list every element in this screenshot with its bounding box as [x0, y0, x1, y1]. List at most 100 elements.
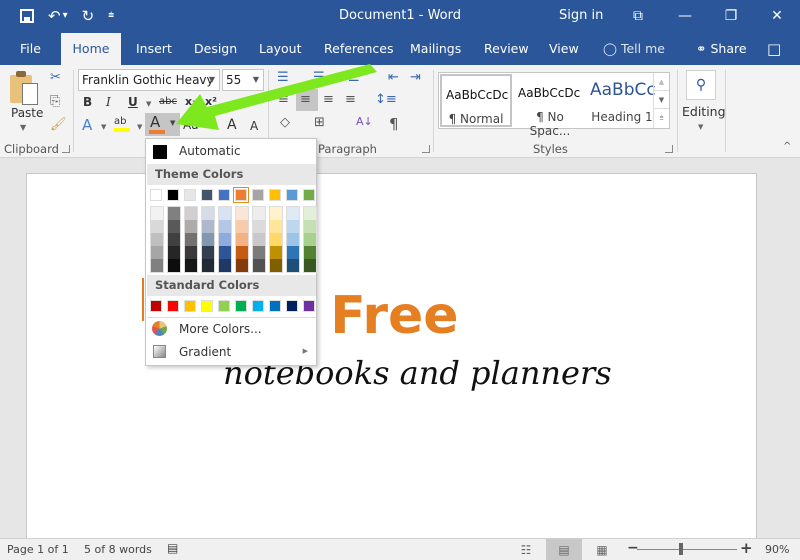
tell-me-search[interactable]: ◯ Tell me: [603, 33, 665, 65]
zoom-out-button[interactable]: −: [627, 540, 639, 556]
word-count[interactable]: 5 of 8 words: [84, 543, 152, 556]
vertical-scrollbar[interactable]: [791, 158, 800, 538]
theme-color-swatch[interactable]: [201, 189, 213, 201]
align-left-icon[interactable]: ≡: [278, 92, 289, 107]
undo-icon[interactable]: ↶: [48, 7, 61, 25]
paste-label[interactable]: Paste: [11, 106, 43, 120]
tab-mailings[interactable]: Mailings: [410, 33, 461, 65]
theme-shade-swatch[interactable]: [287, 246, 299, 259]
increase-indent-icon[interactable]: ⇥: [410, 70, 421, 85]
theme-shade-swatch[interactable]: [151, 246, 163, 259]
theme-shade-swatch[interactable]: [304, 259, 316, 272]
print-layout-icon[interactable]: ▤: [546, 539, 582, 560]
theme-shade-swatch[interactable]: [202, 220, 214, 233]
scroll-up-icon[interactable]: ▲: [654, 73, 669, 91]
font-color-dropdown-icon[interactable]: ▼: [170, 119, 175, 127]
theme-shade-swatch[interactable]: [253, 207, 265, 220]
comments-icon[interactable]: □: [767, 33, 781, 65]
strikethrough-button[interactable]: abc: [159, 96, 177, 107]
justify-icon[interactable]: ≡: [345, 92, 356, 107]
standard-color-swatch[interactable]: [167, 300, 179, 312]
web-layout-icon[interactable]: ▦: [584, 539, 620, 560]
cut-icon[interactable]: ✂: [50, 70, 61, 85]
theme-shade-swatch[interactable]: [219, 220, 231, 233]
chevron-down-icon[interactable]: ▼: [253, 70, 259, 90]
theme-shade-swatch[interactable]: [287, 259, 299, 272]
zoom-in-button[interactable]: +: [740, 539, 753, 557]
superscript-button[interactable]: x²: [205, 95, 217, 108]
borders-icon[interactable]: ⊞: [314, 115, 325, 130]
theme-shade-swatch[interactable]: [253, 220, 265, 233]
align-right-icon[interactable]: ≡: [323, 92, 334, 107]
theme-shade-swatch[interactable]: [202, 207, 214, 220]
theme-shade-swatch[interactable]: [253, 259, 265, 272]
theme-shade-swatch[interactable]: [304, 220, 316, 233]
theme-shade-swatch[interactable]: [270, 220, 282, 233]
standard-color-swatch[interactable]: [235, 300, 247, 312]
gallery-more-icon[interactable]: ⩧: [654, 109, 669, 127]
bold-button[interactable]: B: [83, 95, 92, 109]
text-effects-dropdown-icon[interactable]: ▼: [101, 123, 106, 131]
theme-shade-swatch[interactable]: [185, 220, 197, 233]
gradient-item[interactable]: Gradient ▶: [146, 341, 316, 363]
theme-shade-swatch[interactable]: [202, 246, 214, 259]
tab-insert[interactable]: Insert: [136, 33, 172, 65]
theme-shade-swatch[interactable]: [202, 259, 214, 272]
style-no-spacing[interactable]: AaBbCcDc ¶ No Spac...: [514, 74, 586, 138]
theme-shade-swatch[interactable]: [219, 259, 231, 272]
font-size-combobox[interactable]: 55 ▼: [222, 69, 264, 91]
standard-color-swatch[interactable]: [201, 300, 213, 312]
tab-review[interactable]: Review: [484, 33, 529, 65]
show-formatting-marks-icon[interactable]: ¶: [389, 115, 399, 133]
zoom-level[interactable]: 90%: [765, 543, 789, 556]
theme-shade-swatch[interactable]: [168, 220, 180, 233]
ribbon-display-options-icon[interactable]: ⧉: [623, 5, 653, 27]
format-painter-icon[interactable]: 🖌: [50, 117, 67, 132]
highlight-dropdown-icon[interactable]: ▼: [137, 123, 142, 131]
theme-shade-swatch[interactable]: [253, 233, 265, 246]
font-color-button[interactable]: A ▼: [145, 113, 180, 136]
tab-file[interactable]: File: [20, 33, 41, 65]
theme-color-swatch[interactable]: [269, 189, 281, 201]
text-effects-button[interactable]: A: [82, 116, 92, 134]
proofing-icon[interactable]: ▤: [167, 541, 178, 555]
highlight-button[interactable]: ab: [114, 116, 130, 132]
theme-shade-swatch[interactable]: [202, 233, 214, 246]
theme-shade-swatch[interactable]: [185, 233, 197, 246]
theme-shade-swatch[interactable]: [168, 207, 180, 220]
grow-font-button[interactable]: A: [227, 117, 237, 133]
theme-shade-swatch[interactable]: [236, 207, 248, 220]
standard-color-swatch[interactable]: [303, 300, 315, 312]
theme-shade-swatch[interactable]: [287, 220, 299, 233]
copy-icon[interactable]: ⎘: [50, 94, 60, 109]
change-case-button[interactable]: Aa: [183, 118, 199, 132]
standard-color-swatch[interactable]: [286, 300, 298, 312]
paste-button[interactable]: [10, 71, 40, 105]
clipboard-launcher-icon[interactable]: [62, 145, 70, 153]
tab-layout[interactable]: Layout: [259, 33, 302, 65]
theme-shade-swatch[interactable]: [287, 207, 299, 220]
line-spacing-icon[interactable]: ↕≡: [375, 92, 397, 107]
theme-shade-swatch[interactable]: [168, 246, 180, 259]
font-name-combobox[interactable]: Franklin Gothic Heavy ▼: [78, 69, 220, 91]
standard-color-swatch[interactable]: [252, 300, 264, 312]
tab-references[interactable]: References: [324, 33, 393, 65]
underline-button[interactable]: U: [128, 95, 138, 109]
redo-icon[interactable]: ↻: [82, 7, 95, 25]
style-heading-1[interactable]: AaBbCc Heading 1: [586, 74, 658, 127]
style-normal[interactable]: AaBbCcDc ¶ Normal: [440, 74, 512, 127]
theme-color-swatch[interactable]: [252, 189, 264, 201]
restore-icon[interactable]: ❐: [716, 5, 746, 27]
standard-color-swatch[interactable]: [150, 300, 162, 312]
theme-shade-swatch[interactable]: [185, 246, 197, 259]
theme-color-swatch[interactable]: [184, 189, 196, 201]
theme-shade-swatch[interactable]: [304, 207, 316, 220]
close-icon[interactable]: ✕: [762, 5, 792, 27]
gallery-scrollbar[interactable]: ▲ ▼ ⩧: [653, 73, 669, 128]
minimize-icon[interactable]: —: [670, 5, 700, 27]
multilevel-list-icon[interactable]: ☰: [348, 70, 360, 85]
theme-shade-swatch[interactable]: [151, 259, 163, 272]
align-center-icon[interactable]: ≡: [300, 92, 311, 107]
zoom-slider-thumb[interactable]: [679, 543, 684, 555]
theme-color-swatch[interactable]: [150, 189, 162, 201]
